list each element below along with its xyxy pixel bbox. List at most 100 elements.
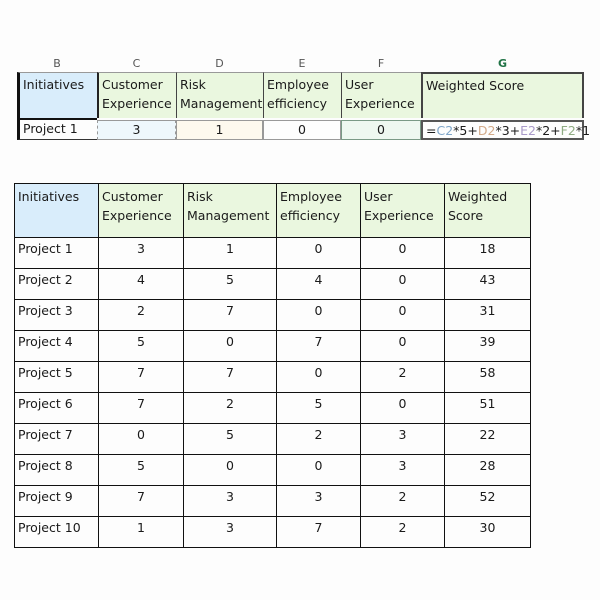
cell-initiative: Project 2 bbox=[14, 268, 99, 300]
weighted-score-table: Initiatives Customer Experience Risk Manag… bbox=[14, 183, 531, 548]
formula-ref-c2: C2 bbox=[436, 123, 454, 138]
cell-employee-efficiency: 3 bbox=[276, 485, 361, 517]
cell-risk-management: 3 bbox=[183, 485, 277, 517]
cell-customer-experience: 7 bbox=[98, 392, 184, 424]
table-row: Project 8 5 0 0 3 28 bbox=[14, 454, 531, 486]
cell-risk-management: 5 bbox=[183, 423, 277, 455]
cell-initiative: Project 9 bbox=[14, 485, 99, 517]
cell-customer-experience: 7 bbox=[98, 485, 184, 517]
cell-risk-management: 2 bbox=[183, 392, 277, 424]
cell-customer-experience: 3 bbox=[98, 237, 184, 269]
column-header-weighted-score: Weighted Score bbox=[444, 183, 531, 238]
cell-user-experience: 2 bbox=[360, 361, 445, 393]
cell-customer-experience: 5 bbox=[98, 330, 184, 362]
cell-weighted-score: 18 bbox=[444, 237, 531, 269]
cell-initiative: Project 8 bbox=[14, 454, 99, 486]
cell-weighted-score: 52 bbox=[444, 485, 531, 517]
cell-employee-efficiency: 0 bbox=[276, 237, 361, 269]
column-letter-b[interactable]: B bbox=[17, 56, 97, 72]
column-letter-e[interactable]: E bbox=[263, 56, 341, 72]
cell-employee-efficiency: 2 bbox=[276, 423, 361, 455]
cell-risk-management: 3 bbox=[183, 516, 277, 548]
formula-ref-d2: D2 bbox=[477, 123, 496, 138]
cell-initiative: Project 6 bbox=[14, 392, 99, 424]
cell-initiative: Project 5 bbox=[14, 361, 99, 393]
table-row: Project 2 4 5 4 0 43 bbox=[14, 268, 531, 300]
cell-risk-management: 5 bbox=[183, 268, 277, 300]
snippet-header-customer-experience[interactable]: Customer Experience bbox=[97, 72, 176, 118]
cell-weighted-score: 28 bbox=[444, 454, 531, 486]
snippet-header-weighted-score[interactable]: Weighted Score bbox=[421, 72, 584, 118]
table-row: Project 9 7 3 3 2 52 bbox=[14, 485, 531, 517]
snippet-cell-user-experience[interactable]: 0 bbox=[341, 120, 421, 140]
cell-customer-experience: 2 bbox=[98, 299, 184, 331]
snippet-cell-risk-management[interactable]: 1 bbox=[176, 120, 263, 140]
cell-user-experience: 2 bbox=[360, 516, 445, 548]
table-row: Project 6 7 2 5 0 51 bbox=[14, 392, 531, 424]
table-header-row: Initiatives Customer Experience Risk Manag… bbox=[14, 183, 531, 238]
cell-risk-management: 7 bbox=[183, 299, 277, 331]
cell-initiative: Project 4 bbox=[14, 330, 99, 362]
cell-risk-management: 0 bbox=[183, 454, 277, 486]
cell-weighted-score: 43 bbox=[444, 268, 531, 300]
formula-ref-e2: E2 bbox=[520, 123, 536, 138]
table-row: Project 10 1 3 7 2 30 bbox=[14, 516, 531, 548]
snippet-header-initiatives[interactable]: Initiatives bbox=[17, 72, 97, 118]
cell-initiative: Project 10 bbox=[14, 516, 99, 548]
table-row: Project 7 0 5 2 3 22 bbox=[14, 423, 531, 455]
snippet-header-risk-management[interactable]: Risk Management bbox=[176, 72, 263, 118]
cell-employee-efficiency: 0 bbox=[276, 361, 361, 393]
cell-user-experience: 0 bbox=[360, 330, 445, 362]
column-letter-row: B C D E F G bbox=[17, 56, 585, 72]
cell-customer-experience: 5 bbox=[98, 454, 184, 486]
snippet-cell-formula[interactable]: =C2*5+D2*3+E2*2+F2*1 bbox=[421, 120, 590, 140]
snippet-cell-initiative[interactable]: Project 1 bbox=[17, 118, 97, 140]
column-letter-c[interactable]: C bbox=[97, 56, 176, 72]
column-header-initiatives: Initiatives bbox=[14, 183, 99, 238]
cell-weighted-score: 30 bbox=[444, 516, 531, 548]
cell-user-experience: 0 bbox=[360, 268, 445, 300]
cell-weighted-score: 58 bbox=[444, 361, 531, 393]
column-header-risk-management: Risk Management bbox=[183, 183, 277, 238]
table-row: Project 3 2 7 0 0 31 bbox=[14, 299, 531, 331]
cell-employee-efficiency: 4 bbox=[276, 268, 361, 300]
cell-customer-experience: 0 bbox=[98, 423, 184, 455]
column-header-employee-efficiency: Employee efficiency bbox=[276, 183, 361, 238]
cell-user-experience: 0 bbox=[360, 237, 445, 269]
cell-initiative: Project 3 bbox=[14, 299, 99, 331]
column-letter-f[interactable]: F bbox=[341, 56, 421, 72]
formula-ref-f2: F2 bbox=[560, 123, 576, 138]
column-header-customer-experience: Customer Experience bbox=[98, 183, 184, 238]
cell-employee-efficiency: 7 bbox=[276, 516, 361, 548]
cell-user-experience: 0 bbox=[360, 392, 445, 424]
snippet-header-user-experience[interactable]: User Experience bbox=[341, 72, 421, 118]
cell-customer-experience: 7 bbox=[98, 361, 184, 393]
cell-employee-efficiency: 7 bbox=[276, 330, 361, 362]
cell-user-experience: 3 bbox=[360, 423, 445, 455]
snippet-cell-customer-experience[interactable]: 3 bbox=[97, 120, 176, 140]
cell-employee-efficiency: 0 bbox=[276, 454, 361, 486]
cell-user-experience: 0 bbox=[360, 299, 445, 331]
cell-initiative: Project 7 bbox=[14, 423, 99, 455]
snippet-cell-employee-efficiency[interactable]: 0 bbox=[263, 120, 341, 140]
cell-weighted-score: 31 bbox=[444, 299, 531, 331]
cell-customer-experience: 4 bbox=[98, 268, 184, 300]
column-header-user-experience: User Experience bbox=[360, 183, 445, 238]
cell-user-experience: 3 bbox=[360, 454, 445, 486]
cell-employee-efficiency: 0 bbox=[276, 299, 361, 331]
table-row: Project 4 5 0 7 0 39 bbox=[14, 330, 531, 362]
snippet-header-employee-efficiency[interactable]: Employee efficiency bbox=[263, 72, 341, 118]
table-row: Project 5 7 7 0 2 58 bbox=[14, 361, 531, 393]
cell-risk-management: 7 bbox=[183, 361, 277, 393]
column-letter-g[interactable]: G bbox=[421, 56, 584, 72]
cell-risk-management: 1 bbox=[183, 237, 277, 269]
column-letter-d[interactable]: D bbox=[176, 56, 263, 72]
cell-risk-management: 0 bbox=[183, 330, 277, 362]
cell-customer-experience: 1 bbox=[98, 516, 184, 548]
cell-weighted-score: 39 bbox=[444, 330, 531, 362]
cell-initiative: Project 1 bbox=[14, 237, 99, 269]
cell-employee-efficiency: 5 bbox=[276, 392, 361, 424]
cell-weighted-score: 22 bbox=[444, 423, 531, 455]
cell-weighted-score: 51 bbox=[444, 392, 531, 424]
table-row: Project 1 3 1 0 0 18 bbox=[14, 237, 531, 269]
